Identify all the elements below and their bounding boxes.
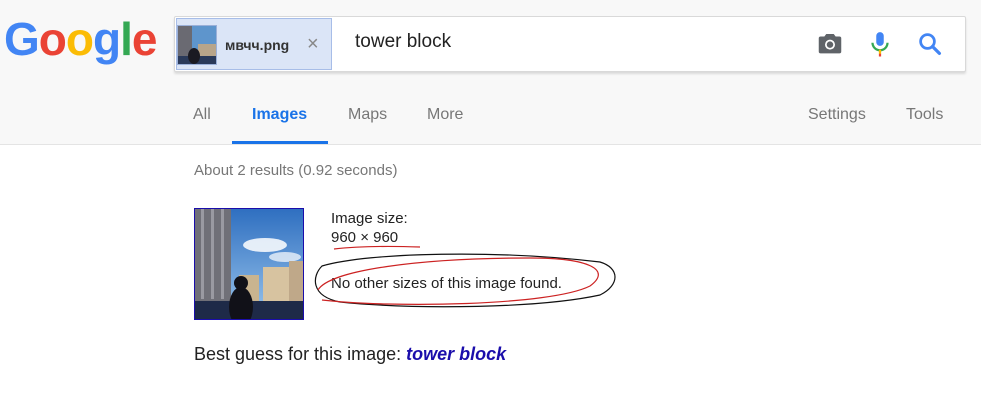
annotation-scribble [314, 245, 616, 308]
logo-letter: G [4, 13, 40, 65]
tab-tools[interactable]: Tools [906, 106, 943, 124]
tab-images[interactable]: Images [252, 106, 307, 124]
tab-more[interactable]: More [427, 106, 463, 124]
search-box[interactable]: мвчч.png × tower block [174, 16, 966, 72]
microphone-icon[interactable] [865, 29, 895, 59]
logo-letter: e [131, 13, 158, 65]
close-icon[interactable]: × [307, 33, 319, 56]
query-image-thumbnail[interactable] [194, 208, 304, 320]
result-stats: About 2 results (0.92 seconds) [194, 162, 398, 179]
best-guess-link[interactable]: tower block [406, 344, 506, 364]
camera-icon[interactable] [815, 29, 845, 59]
best-guess-label: Best guess for this image: [194, 344, 402, 364]
google-logo[interactable]: Google [4, 12, 158, 66]
logo-letter: o [65, 13, 94, 65]
search-tabs: All Images Maps More Settings Tools [0, 88, 981, 144]
image-size-label: Image size: [331, 210, 408, 227]
tab-maps[interactable]: Maps [348, 106, 387, 124]
tab-all[interactable]: All [193, 106, 211, 124]
logo-letter: l [120, 13, 133, 65]
best-guess: Best guess for this image: tower block [194, 344, 506, 365]
header: Google мвчч.png × tower block All Images… [0, 0, 981, 145]
active-tab-indicator [232, 141, 328, 144]
uploaded-image-chip[interactable]: мвчч.png × [176, 18, 332, 70]
logo-letter: g [93, 13, 121, 65]
tab-settings[interactable]: Settings [808, 106, 866, 124]
logo-letter: o [38, 13, 67, 65]
uploaded-image-thumbnail [177, 25, 217, 65]
search-icon[interactable] [915, 29, 945, 59]
search-input[interactable]: tower block [355, 31, 451, 53]
uploaded-image-filename: мвчч.png [225, 37, 290, 53]
